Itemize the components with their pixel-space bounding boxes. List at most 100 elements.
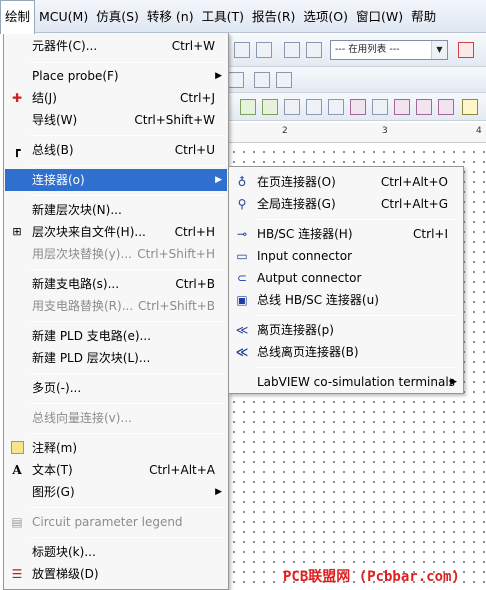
submenu-item-output-connector[interactable]: ⊂ Autput connector xyxy=(230,267,462,289)
menu-item-graphics[interactable]: 图形(G) ▶ xyxy=(5,481,227,503)
menu-item-text[interactable]: A 文本(T) Ctrl+Alt+A xyxy=(5,459,227,481)
menu-item-place-probe[interactable]: Place probe(F) ▶ xyxy=(5,65,227,87)
instrument-icon[interactable] xyxy=(306,99,322,115)
instrument-icon[interactable] xyxy=(328,99,344,115)
grid-icon[interactable] xyxy=(234,42,250,58)
menu-separator xyxy=(31,269,223,270)
menu-item-multi-page[interactable]: 多页(-)... xyxy=(5,377,227,399)
bus-tool-icon[interactable] xyxy=(276,72,292,88)
menu-item-components[interactable]: 元器件(C)... Ctrl+W xyxy=(5,35,227,57)
menu-item-replace-hier-block[interactable]: 用层次块替换(y)... Ctrl+Shift+H xyxy=(5,243,227,265)
hier-block-icon: ⊞ xyxy=(12,225,22,238)
menu-item-bus-vector-connect[interactable]: 总线向量连接(v)... xyxy=(5,407,227,429)
junction-icon: ✚ xyxy=(11,91,23,105)
submenu-arrow-icon: ▶ xyxy=(215,175,222,185)
menu-separator xyxy=(256,219,458,220)
hierarchy-icon[interactable] xyxy=(256,42,272,58)
submenu-item-input-connector[interactable]: ▭ Input connector xyxy=(230,245,462,267)
menubar-item-place[interactable]: 绘制 xyxy=(0,0,36,34)
ladder-icon: ☰ xyxy=(11,567,23,581)
submenu-item-global-connector[interactable]: ⚲ 全局连接器(G) Ctrl+Alt+G xyxy=(230,193,462,215)
menu-separator xyxy=(31,373,223,374)
menu-item-new-hier-block[interactable]: 新建层次块(N)... xyxy=(5,199,227,221)
hier-connector-icon[interactable] xyxy=(254,72,270,88)
menu-item-wire[interactable]: 导线(W) Ctrl+Shift+W xyxy=(5,109,227,131)
ruler-tick: 3 xyxy=(382,126,388,136)
menu-separator xyxy=(31,537,223,538)
instrument-icon[interactable] xyxy=(462,99,478,115)
menubar-item-transfer[interactable]: 转移 (n) xyxy=(143,0,198,33)
sheet-ruler: 2 3 4 xyxy=(226,123,486,143)
database-icon[interactable] xyxy=(306,42,322,58)
menu-separator xyxy=(256,315,458,316)
menu-item-comment[interactable]: 注释(m) xyxy=(5,437,227,459)
instrument-icon[interactable] xyxy=(372,99,388,115)
global-connector-icon: ⚲ xyxy=(237,197,247,211)
menu-item-ladder-rungs[interactable]: ☰ 放置梯级(D) xyxy=(5,563,227,585)
instrument-toolbar xyxy=(226,93,486,121)
menu-item-junction[interactable]: ✚ 结(J) Ctrl+J xyxy=(5,87,227,109)
menubar-item-tools[interactable]: 工具(T) xyxy=(198,0,248,33)
on-page-connector-icon: ♁ xyxy=(237,175,247,189)
connector-submenu: ♁ 在页连接器(O) Ctrl+Alt+O ⚲ 全局连接器(G) Ctrl+Al… xyxy=(228,166,464,394)
instrument-icon[interactable] xyxy=(438,99,454,115)
instrument-icon[interactable] xyxy=(416,99,432,115)
tool-icon[interactable] xyxy=(228,72,244,88)
submenu-item-labview-terminals[interactable]: LabVIEW co-simulation terminals ▶ xyxy=(230,371,462,393)
menu-item-connectors[interactable]: 连接器(o) ▶ xyxy=(5,169,227,191)
menu-item-replace-subcircuit[interactable]: 用支电路替换(R)... Ctrl+Shift+B xyxy=(5,295,227,317)
text-icon: A xyxy=(12,463,22,477)
menubar-item-options[interactable]: 选项(O) xyxy=(299,0,352,33)
probe-icon[interactable] xyxy=(458,42,474,58)
legend-icon: ▤ xyxy=(11,515,23,529)
bus-off-page-connector-icon: ≪ xyxy=(235,345,249,359)
submenu-arrow-icon: ▶ xyxy=(215,71,222,81)
instrument-icon[interactable] xyxy=(284,99,300,115)
menubar-item-reports[interactable]: 报告(R) xyxy=(248,0,299,33)
menu-item-title-block[interactable]: 标题块(k)... xyxy=(5,541,227,563)
submenu-item-hb-sc-connector[interactable]: ⊸ HB/SC 连接器(H) Ctrl+I xyxy=(230,223,462,245)
submenu-arrow-icon: ▶ xyxy=(450,377,457,387)
submenu-item-off-page-connector[interactable]: ≪ 离页连接器(p) xyxy=(230,319,462,341)
menubar-item-help[interactable]: 帮助 xyxy=(407,0,440,33)
ruler-tick: 4 xyxy=(476,126,482,136)
menubar-item-mcu[interactable]: MCU(M) xyxy=(35,0,92,33)
hbsc-connector-icon: ⊸ xyxy=(236,227,248,241)
menubar-item-window[interactable]: 窗口(W) xyxy=(352,0,407,33)
menu-separator xyxy=(31,403,223,404)
component-icon[interactable] xyxy=(284,42,300,58)
wiring-toolbar xyxy=(226,67,486,93)
menu-separator xyxy=(31,165,223,166)
chevron-down-icon: ▼ xyxy=(431,41,447,59)
menu-item-bus[interactable]: ┏ 总线(B) Ctrl+U xyxy=(5,139,227,161)
instrument-icon[interactable] xyxy=(394,99,410,115)
in-use-list-dropdown[interactable]: --- 在用列表 --- ▼ xyxy=(330,40,448,60)
menu-item-hier-block-from-file[interactable]: ⊞ 层次块来自文件(H)... Ctrl+H xyxy=(5,221,227,243)
menu-separator xyxy=(256,367,458,368)
ruler-tick: 2 xyxy=(282,126,288,136)
menubar-item-simulate[interactable]: 仿真(S) xyxy=(92,0,143,33)
menu-separator xyxy=(31,62,223,63)
off-page-connector-icon: ≪ xyxy=(235,323,249,337)
submenu-arrow-icon: ▶ xyxy=(215,487,222,497)
menu-item-new-pld-subcircuit[interactable]: 新建 PLD 支电路(e)... xyxy=(5,325,227,347)
menu-item-circuit-param-legend[interactable]: ▤ Circuit parameter legend xyxy=(5,511,227,533)
submenu-item-bus-off-page-connector[interactable]: ≪ 总线离页连接器(B) xyxy=(230,341,462,363)
menu-separator xyxy=(31,195,223,196)
bus-hbsc-connector-icon: ▣ xyxy=(236,293,248,307)
instrument-icon[interactable] xyxy=(350,99,366,115)
menu-separator xyxy=(31,321,223,322)
place-menu: 元器件(C)... Ctrl+W Place probe(F) ▶ ✚ 结(J)… xyxy=(3,33,229,590)
instrument-icon[interactable] xyxy=(240,99,256,115)
menu-separator xyxy=(31,507,223,508)
menu-item-new-pld-hier-block[interactable]: 新建 PLD 层次块(L)... xyxy=(5,347,227,369)
menu-separator xyxy=(31,433,223,434)
in-use-list-value: --- 在用列表 --- xyxy=(335,44,400,55)
submenu-item-on-page-connector[interactable]: ♁ 在页连接器(O) Ctrl+Alt+O xyxy=(230,171,462,193)
instrument-icon[interactable] xyxy=(262,99,278,115)
watermark: PCB联盟网 (Pcbbar.com) xyxy=(283,569,460,585)
output-connector-icon: ⊂ xyxy=(236,271,248,285)
menu-item-new-subcircuit[interactable]: 新建支电路(s)... Ctrl+B xyxy=(5,273,227,295)
submenu-item-bus-hb-sc-connector[interactable]: ▣ 总线 HB/SC 连接器(u) xyxy=(230,289,462,311)
menu-separator xyxy=(31,135,223,136)
